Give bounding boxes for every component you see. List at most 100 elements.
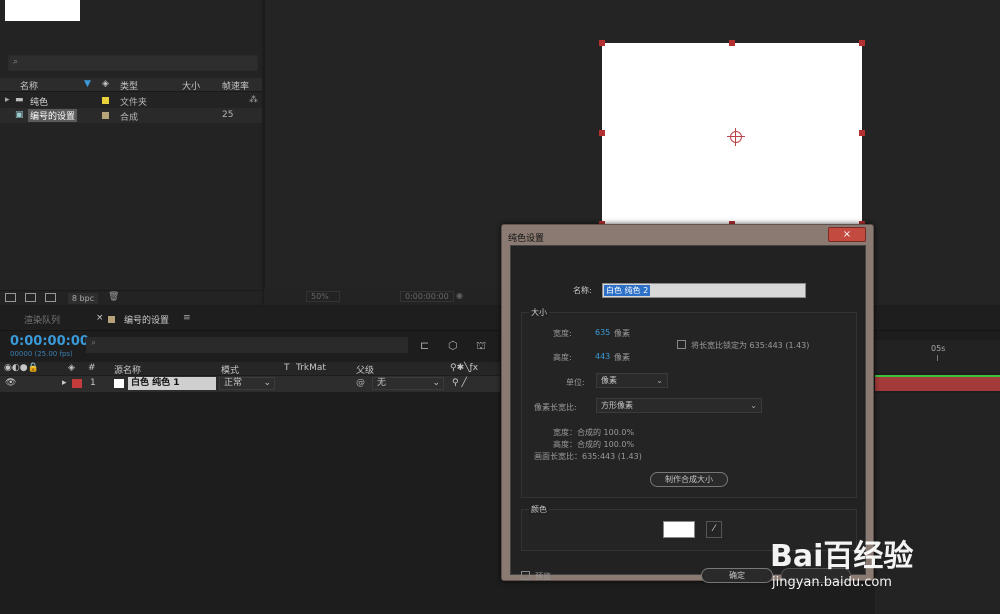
tab-menu-icon[interactable]: ≡ (183, 313, 191, 323)
make-comp-size-button[interactable]: 制作合成大小 (650, 472, 728, 487)
chevron-down-icon: ⌄ (432, 378, 440, 388)
width-value[interactable]: 635 (595, 328, 610, 337)
height-label: 高度: (553, 353, 572, 362)
chevron-down-icon: ⌄ (263, 378, 271, 388)
camera-icon[interactable]: ◉ (456, 291, 463, 300)
new-composition-icon[interactable] (45, 293, 56, 302)
blend-mode-value: 正常 (224, 378, 243, 388)
parent-select[interactable]: 无 ⌄ (372, 377, 444, 390)
units-value: 像素 (601, 376, 617, 385)
new-folder-icon[interactable] (25, 293, 36, 302)
timeline-layer-row[interactable]: 👁 ▸ 1 白色 纯色 1 正常 ⌄ @ 无 ⌄ ⚲ ╱ (0, 376, 500, 392)
chevron-down-icon: ⌄ (656, 376, 663, 385)
transform-handle[interactable] (729, 40, 735, 46)
solid-layer-canvas[interactable] (599, 40, 865, 227)
eyedropper-icon[interactable]: ⁄ (706, 521, 722, 538)
label-color-swatch[interactable] (102, 97, 109, 104)
sort-arrow-icon[interactable]: ▼ (84, 79, 91, 89)
time-ruler[interactable]: 05s (875, 340, 1000, 373)
label-tag-icon[interactable]: ◈ (102, 79, 109, 89)
column-type[interactable]: 类型 (120, 79, 138, 92)
layer-duration-bar[interactable] (875, 375, 1000, 391)
height-unit: 像素 (614, 353, 630, 362)
search-icon: ⌕ (13, 57, 19, 67)
solid-icon (114, 379, 124, 388)
transform-handle[interactable] (599, 130, 605, 136)
lock-aspect-label: 将长宽比锁定为 635:443 (1.43) (691, 341, 810, 350)
info-width: 宽度：合成的 100.0% (553, 428, 635, 437)
expand-arrow-icon[interactable]: ▸ (62, 378, 67, 388)
layer-label-color[interactable] (72, 379, 82, 388)
chevron-down-icon: ⌄ (750, 401, 757, 410)
pixel-aspect-select[interactable]: 方形像素 ⌄ (596, 398, 762, 413)
draft-3d-icon[interactable]: ⬡ (448, 339, 458, 352)
units-select[interactable]: 像素 ⌄ (596, 373, 668, 388)
column-source-name[interactable]: 源名称 (114, 363, 141, 376)
baidu-logo: Bai百经验 (770, 539, 914, 574)
layer-switch-icons[interactable]: ⚲ ╱ (452, 378, 467, 388)
label-tag-icon: ◈ (68, 363, 75, 373)
expand-arrow-icon[interactable]: ▸ (5, 95, 10, 105)
blend-mode-select[interactable]: 正常 ⌄ (219, 377, 275, 390)
tab-close-icon[interactable]: × (96, 313, 104, 323)
shy-layers-icon[interactable]: ⛫ (476, 339, 486, 354)
item-name: 编号的设置 (28, 109, 78, 122)
timeline-search-input[interactable]: ⌕ (86, 337, 408, 353)
column-mode: 模式 (221, 366, 240, 376)
width-unit: 像素 (614, 329, 630, 338)
name-field[interactable]: 白色 纯色 2 (602, 283, 806, 298)
tab-comp[interactable]: 编号的设置 (124, 313, 169, 326)
project-item-folder[interactable]: ▸ ▬ 纯色 文件夹 ⁂ (0, 93, 262, 108)
size-group-title: 大小 (529, 307, 549, 318)
project-item-comp[interactable]: ▣ 编号的设置 合成 25 (0, 108, 262, 123)
size-group: 大小 宽度: 635 像素 高度: 443 像素 将长宽比锁定为 635:443… (521, 307, 857, 498)
preview-checkbox[interactable] (521, 571, 530, 580)
layer-name[interactable]: 白色 纯色 1 (128, 377, 216, 390)
project-search-input[interactable]: ⌕ (8, 55, 258, 71)
column-num: # (88, 363, 96, 373)
pixel-aspect-value: 方形像素 (601, 401, 633, 410)
zoom-select[interactable]: 50% (306, 291, 340, 302)
label-color-swatch[interactable] (102, 112, 109, 119)
info-height: 高度：合成的 100.0% (553, 440, 635, 449)
column-t: T (284, 363, 290, 373)
trash-icon[interactable]: 🗑 (108, 292, 119, 302)
viewer-toolbar: 50% 0:00:00:00 ◉ (264, 288, 504, 304)
column-fps[interactable]: 帧速率 (222, 79, 249, 92)
transform-handle[interactable] (859, 40, 865, 46)
item-type: 文件夹 (120, 98, 148, 108)
timeline-column-header: ◉◐●🔒 ◈ # 源名称 模式 T TrkMat 父级 ⚲✱╲ƒx (0, 362, 500, 376)
column-size[interactable]: 大小 (182, 79, 200, 92)
comp-color-swatch (108, 316, 115, 323)
column-trkmat: TrkMat (296, 363, 326, 373)
project-panel: ⌕ 名称 ▼ ◈ 类型 大小 帧速率 ▸ ▬ 纯色 文件夹 ⁂ ▣ 编号的设置 … (0, 0, 262, 305)
height-value[interactable]: 443 (595, 352, 610, 361)
close-icon: × (842, 229, 852, 240)
column-name[interactable]: 名称 (20, 79, 38, 92)
item-fps: 25 (222, 110, 234, 120)
project-footer: 8 bpc 🗑 (0, 290, 262, 305)
anchor-point-icon[interactable] (727, 128, 745, 146)
name-field-value: 白色 纯色 2 (604, 285, 651, 296)
pick-whip-icon[interactable]: @ (356, 378, 365, 388)
width-label: 宽度: (553, 329, 572, 338)
transform-handle[interactable] (599, 40, 605, 46)
name-label: 名称: (573, 286, 592, 295)
visibility-eye-icon[interactable]: 👁 (5, 378, 16, 388)
color-swatch[interactable] (663, 521, 695, 538)
interpret-footage-icon[interactable] (5, 293, 16, 302)
transform-handle[interactable] (859, 130, 865, 136)
viewer-time[interactable]: 0:00:00:00 (400, 291, 454, 302)
parent-value: 无 (377, 378, 387, 388)
comp-flowchart-icon[interactable]: ⊏ (420, 339, 429, 352)
info-frame-aspect: 画面长宽比：635:443 (1.43) (534, 452, 642, 461)
current-timecode[interactable]: 0:00:00:00 (10, 334, 89, 349)
ok-button[interactable]: 确定 (701, 568, 773, 583)
close-button[interactable]: × (828, 227, 866, 242)
tab-render-queue[interactable]: 渲染队列 (24, 313, 60, 326)
column-parent: 父级 (356, 366, 375, 376)
bpc-button[interactable]: 8 bpc (68, 293, 98, 304)
preview-label: 预览 (535, 572, 551, 581)
lock-aspect-checkbox[interactable] (677, 340, 686, 349)
composition-icon: ▣ (15, 110, 24, 120)
